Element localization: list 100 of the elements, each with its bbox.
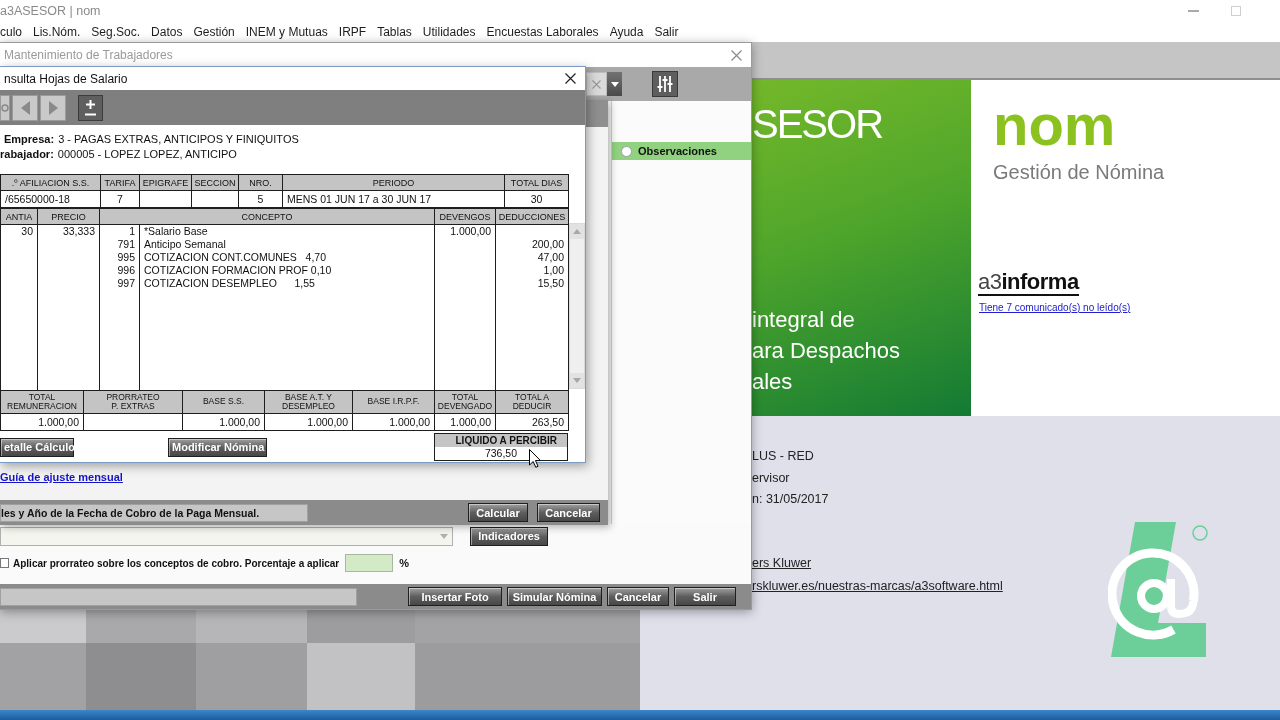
table-cell: 7 bbox=[100, 190, 140, 208]
column-header: PERIODO bbox=[282, 174, 505, 191]
table-cell: COTIZACION DESEMPLEO 1,55 bbox=[139, 277, 435, 290]
action-button[interactable]: Insertar Foto bbox=[408, 587, 502, 606]
menu-item[interactable]: Ayuda bbox=[609, 25, 644, 39]
caret-down-icon bbox=[610, 81, 619, 87]
scroll-up-button[interactable] bbox=[570, 224, 584, 239]
radio-icon[interactable] bbox=[621, 145, 632, 157]
column-header: TOTAL DEVENGADO bbox=[434, 390, 496, 414]
field-label: Empresa: bbox=[4, 132, 55, 145]
menu-item[interactable]: IRPF bbox=[338, 25, 367, 39]
table-cell: COTIZACION FORMACION PROF 0,10 bbox=[139, 264, 435, 277]
column-header: PRORRATEO P. EXTRAS bbox=[83, 390, 183, 414]
info-text: LUS - RED bbox=[752, 448, 814, 465]
caret-up-icon bbox=[573, 229, 581, 234]
next-button[interactable] bbox=[40, 94, 66, 121]
news-link[interactable]: Tiene 7 comunicado(s) no leído(s) bbox=[979, 301, 1131, 315]
column-header: DEDUCCIONES bbox=[495, 208, 569, 225]
action-button[interactable]: Cancelar bbox=[537, 503, 600, 522]
caret-down-icon bbox=[440, 533, 448, 539]
table-cell: 200,00 bbox=[495, 238, 569, 251]
caret-down-icon bbox=[573, 378, 581, 383]
scrollbar[interactable] bbox=[569, 223, 585, 389]
close-icon[interactable] bbox=[565, 73, 576, 84]
column-header: DEVENGOS bbox=[434, 208, 496, 225]
status-message: les y Año de la Fecha de Cobro de la Paga Mensual. bbox=[0, 503, 308, 522]
net-pay-label: LIQUIDO A PERCIBIR bbox=[435, 434, 567, 447]
column-header: EPIGRAFE bbox=[139, 174, 192, 191]
menu-item[interactable]: Gestión bbox=[193, 25, 235, 39]
menu-item[interactable]: Datos bbox=[151, 25, 183, 39]
table-cell: 1.000,00 bbox=[434, 224, 496, 238]
column-header: ANTIA bbox=[0, 208, 38, 225]
maximize-icon[interactable] bbox=[1231, 6, 1241, 16]
guide-link[interactable]: Guía de ajuste mensual bbox=[0, 471, 123, 484]
action-button[interactable]: Cancelar bbox=[607, 587, 669, 606]
percent-field[interactable] bbox=[345, 554, 394, 572]
menu-item[interactable]: culo bbox=[0, 25, 22, 39]
product-name: nom bbox=[993, 94, 1116, 156]
table-cell: 1.000,00 bbox=[182, 413, 265, 431]
action-button[interactable]: Simular Nómina bbox=[507, 587, 602, 606]
menu-item[interactable]: Utilidades bbox=[422, 25, 476, 39]
menu-item[interactable]: INEM y Mutuas bbox=[245, 25, 328, 39]
window-title: nsulta Hojas de Salario bbox=[4, 71, 128, 86]
table-cell: 1 bbox=[99, 224, 140, 238]
dropdown-button[interactable] bbox=[607, 72, 622, 96]
menu-item[interactable]: Seg.Soc. bbox=[91, 25, 141, 39]
settings-button[interactable] bbox=[652, 71, 678, 97]
clear-icon[interactable] bbox=[592, 79, 601, 89]
info-link[interactable]: rskluwer.es/nuestras-marcas/a3software.html bbox=[752, 574, 1003, 598]
tagline-text: integral de bbox=[752, 306, 855, 334]
menu-item[interactable]: Lis.Nóm. bbox=[33, 25, 81, 39]
app-title: a3ASESOR | nom bbox=[0, 4, 101, 18]
field-value: 3 - PAGAS EXTRAS, ANTICIPOS Y FINIQUITOS bbox=[58, 132, 299, 145]
table-cell: 1.000,00 bbox=[434, 413, 496, 431]
action-button[interactable]: Salir bbox=[674, 587, 736, 606]
tagline-text: ara Despachos bbox=[752, 337, 900, 365]
menu-item[interactable]: Tablas bbox=[377, 25, 412, 39]
side-option[interactable]: Observaciones bbox=[612, 142, 751, 160]
column-header: TOTAL REMUNERACION bbox=[0, 390, 84, 414]
table-cell: 996 bbox=[99, 264, 140, 277]
input-field[interactable] bbox=[586, 72, 607, 96]
info-link[interactable]: ers Kluwer bbox=[752, 551, 812, 575]
combo-box[interactable] bbox=[0, 526, 453, 546]
info-text: ervisor bbox=[752, 469, 790, 487]
action-button[interactable]: etalle Cálculo bbox=[0, 437, 74, 457]
column-header: TOTAL DIAS bbox=[504, 174, 569, 191]
table-cell: 15,50 bbox=[495, 277, 569, 290]
action-button[interactable]: Modificar Nómina bbox=[168, 437, 267, 457]
action-button[interactable]: Calcular bbox=[468, 503, 528, 522]
window-title: Mantenimiento de Trabajadores bbox=[4, 48, 173, 62]
table-cell: 1,00 bbox=[495, 264, 569, 277]
column-header: BASE A.T. Y DESEMPLEO bbox=[264, 390, 353, 414]
table-cell: /65650000-18 bbox=[0, 190, 101, 208]
net-pay-value: 736,50 bbox=[484, 447, 518, 460]
table-cell: 995 bbox=[99, 251, 140, 264]
table-cell: 30 bbox=[504, 190, 569, 208]
brand-title: SESOR bbox=[752, 102, 883, 146]
table-cell: 30 bbox=[0, 224, 38, 238]
table-cell: 47,00 bbox=[495, 251, 569, 264]
table-cell: Anticipo Semanal bbox=[139, 238, 435, 251]
record-button[interactable] bbox=[0, 94, 10, 121]
scroll-down-button[interactable] bbox=[570, 373, 584, 388]
previous-button[interactable] bbox=[12, 94, 38, 121]
column-header: TOTAL A DEDUCIR bbox=[495, 390, 569, 414]
indicators-button[interactable]: Indicadores bbox=[470, 526, 548, 546]
plus-minus-button[interactable] bbox=[78, 94, 103, 121]
triangle-right-icon bbox=[48, 100, 58, 115]
table-cell: 33,333 bbox=[37, 224, 100, 238]
triangle-left-icon bbox=[20, 100, 30, 115]
plus-minus-icon bbox=[84, 99, 97, 116]
menu-item[interactable]: Salir bbox=[654, 25, 679, 39]
table-cell: *Salario Base bbox=[139, 224, 435, 238]
column-header: PRECIO bbox=[37, 208, 100, 225]
checkbox[interactable] bbox=[0, 558, 9, 568]
column-header: SECCION bbox=[191, 174, 239, 191]
field-value: 000005 - LOPEZ LOPEZ, ANTICIPO bbox=[57, 147, 237, 160]
menu-item[interactable]: Encuestas Laborales bbox=[486, 25, 599, 39]
table-cell: 1.000,00 bbox=[264, 413, 353, 431]
column-header: NRO. bbox=[238, 174, 283, 191]
table-cell: MENS 01 JUN 17 a 30 JUN 17 bbox=[282, 190, 505, 208]
